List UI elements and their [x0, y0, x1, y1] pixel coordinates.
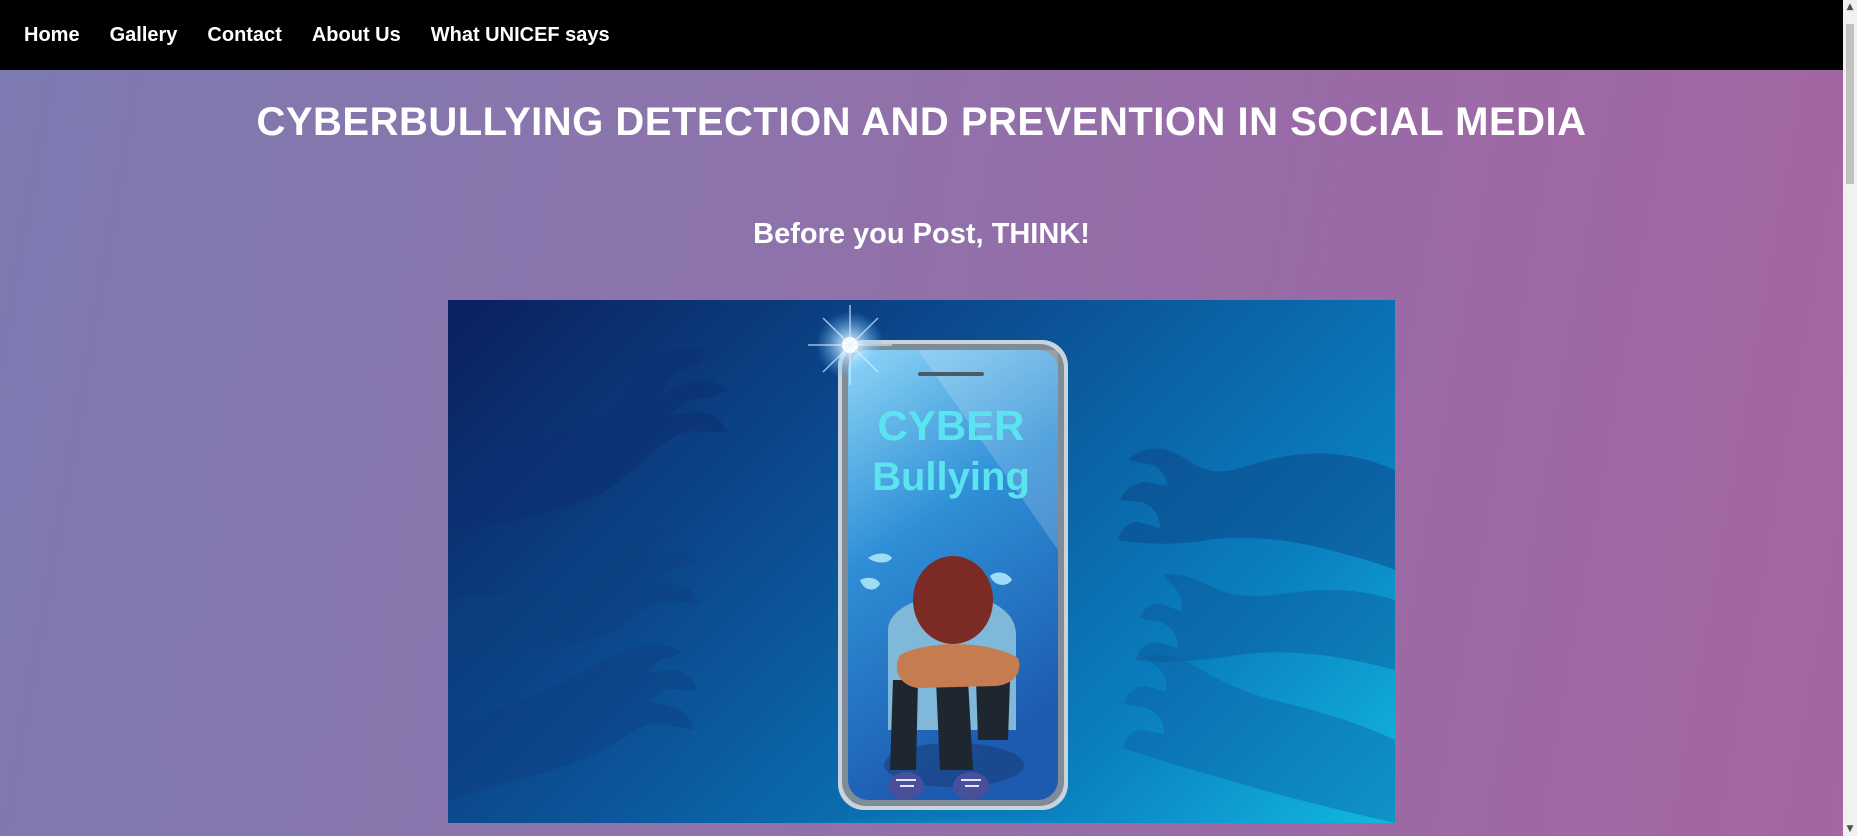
shadow-hand-left-top — [448, 348, 728, 535]
top-navbar: Home Gallery Contact About Us What UNICE… — [0, 0, 1843, 70]
nav-link-about-us[interactable]: About Us — [300, 0, 413, 70]
scroll-up-arrow-icon[interactable]: ▲ — [1843, 0, 1857, 14]
nav-link-home[interactable]: Home — [12, 0, 92, 70]
nav-link-unicef[interactable]: What UNICEF says — [419, 0, 622, 70]
phone-text-bullying: Bullying — [872, 455, 1030, 499]
scroll-down-arrow-icon[interactable]: ▼ — [1843, 822, 1857, 836]
page-subtitle: Before you Post, THINK! — [753, 218, 1090, 250]
cyberbullying-illustration: CYBER Bullying — [448, 300, 1395, 823]
shadow-hand-left-middle — [448, 524, 700, 665]
vertical-scrollbar[interactable]: ▲ ▼ — [1843, 0, 1857, 836]
phone-text-cyber: CYBER — [877, 402, 1024, 449]
nav-link-contact[interactable]: Contact — [195, 0, 293, 70]
nav-link-gallery[interactable]: Gallery — [98, 0, 190, 70]
shadow-hand-right-middle — [1136, 574, 1395, 670]
scrollbar-thumb[interactable] — [1846, 24, 1854, 184]
shadow-hand-right-top — [1118, 448, 1395, 570]
page-title: CYBERBULLYING DETECTION AND PREVENTION I… — [256, 100, 1587, 144]
shadow-hand-left-bottom — [448, 643, 698, 800]
shadow-hand-right-bottom — [1123, 654, 1395, 823]
